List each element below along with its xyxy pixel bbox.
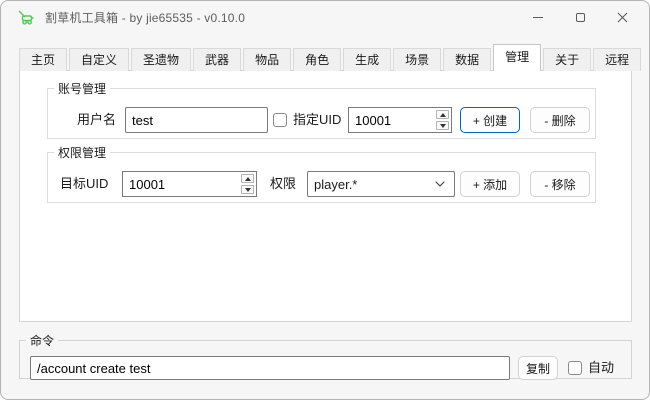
spin-down-button[interactable] [241,185,254,194]
window-title: 割草机工具箱 - by jie65535 - v0.10.0 [45,9,245,26]
target-uid-input[interactable] [123,172,239,196]
target-uid-label: 目标UID [60,171,108,197]
spin-up-button[interactable] [241,174,254,183]
mower-icon [17,8,35,26]
titlebar: 割草机工具箱 - by jie65535 - v0.10.0 [1,1,649,33]
tab-custom[interactable]: 自定义 [69,48,129,71]
tab-remote[interactable]: 远程 [593,48,641,71]
username-input[interactable] [125,107,268,133]
tab-bar: 主页 自定义 圣遗物 武器 物品 角色 生成 场景 数据 管理 关于 远程 [19,44,643,71]
spin-up-icon [245,177,251,181]
tab-scene[interactable]: 场景 [393,48,441,71]
auto-label[interactable]: 自动 [588,356,614,380]
permission-selected-value: player.* [314,177,357,192]
copy-command-button[interactable]: 复制 [518,356,558,380]
target-uid-spin-buttons [239,172,256,196]
chevron-down-icon [435,181,445,187]
spin-down-icon [245,188,251,192]
tab-items[interactable]: 物品 [243,48,291,71]
create-account-button[interactable]: + 创建 [460,107,520,133]
minimize-button[interactable] [517,1,559,33]
tab-avatars[interactable]: 角色 [293,48,341,71]
spin-down-icon [440,124,446,128]
account-group-title: 账号管理 [54,80,110,97]
permission-management-group: 权限管理 目标UID 权限 player.* + 添加 - 移除 [47,144,596,203]
delete-account-button[interactable]: - 删除 [530,107,590,133]
tab-data[interactable]: 数据 [443,48,491,71]
command-input[interactable] [30,356,510,380]
tab-spawn[interactable]: 生成 [343,48,391,71]
add-permission-button[interactable]: + 添加 [460,171,520,197]
permission-group-title: 权限管理 [54,144,110,161]
tab-about[interactable]: 关于 [543,48,591,71]
command-group: 命令 复制 自动 [19,332,632,379]
username-label: 用户名 [77,107,116,133]
spin-up-icon [440,113,446,117]
spin-down-button[interactable] [436,121,449,130]
uid-spin-buttons [434,108,451,132]
tab-home[interactable]: 主页 [19,48,67,71]
close-button[interactable] [601,1,643,33]
app-window: 割草机工具箱 - by jie65535 - v0.10.0 主页 自定义 圣遗… [0,0,650,400]
spin-up-button[interactable] [436,110,449,119]
window-controls [517,1,643,33]
tab-manage[interactable]: 管理 [493,44,541,71]
minimize-icon [533,17,543,18]
maximize-button[interactable] [559,1,601,33]
specify-uid-label[interactable]: 指定UID [293,107,341,133]
remove-permission-button[interactable]: - 移除 [530,171,590,197]
permission-label: 权限 [270,171,296,197]
maximize-icon [576,13,585,22]
uid-spinner [348,107,452,133]
auto-checkbox[interactable] [568,361,582,375]
uid-input[interactable] [349,108,434,132]
command-group-title: 命令 [26,332,58,349]
specify-uid-checkbox[interactable] [273,113,287,127]
target-uid-spinner [122,171,257,197]
close-icon [617,12,628,23]
account-management-group: 账号管理 用户名 指定UID + 创建 - 删除 [47,80,596,139]
tab-weapons[interactable]: 武器 [193,48,241,71]
permission-dropdown[interactable]: player.* [307,171,455,197]
tab-artifacts[interactable]: 圣遗物 [131,48,191,71]
